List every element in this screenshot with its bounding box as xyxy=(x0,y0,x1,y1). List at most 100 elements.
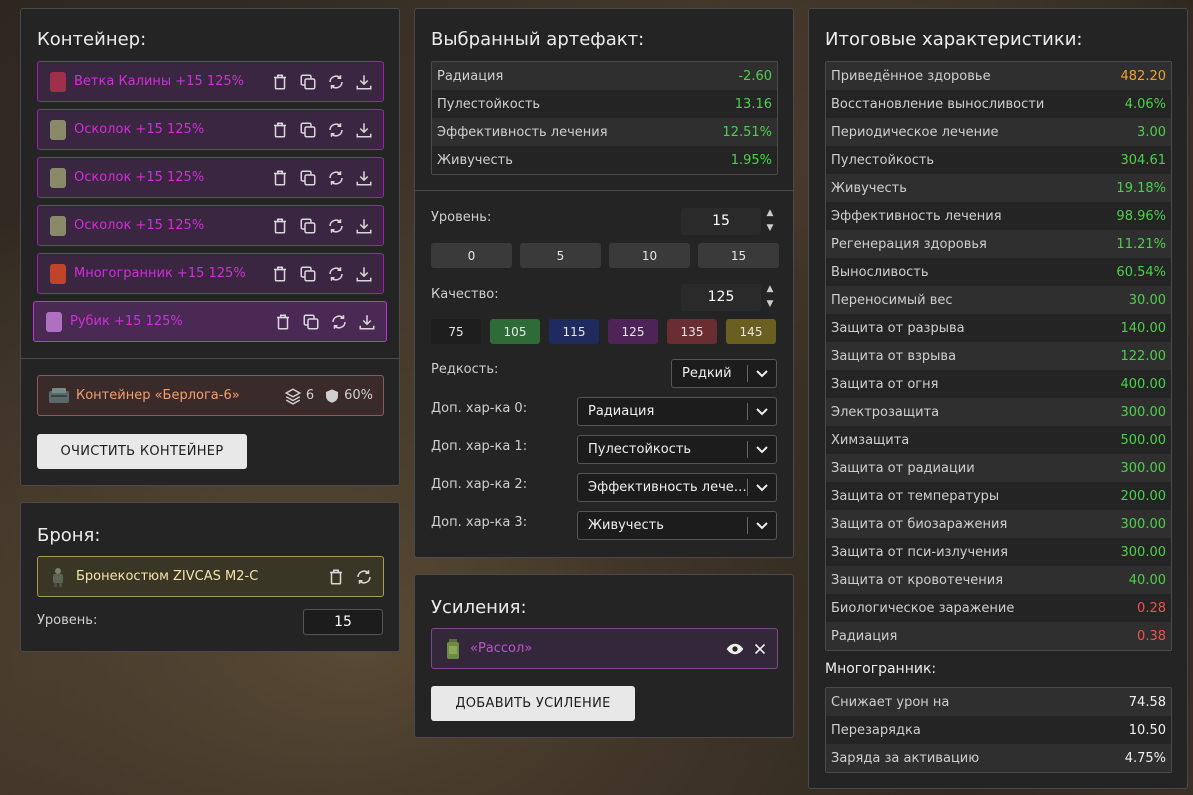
level-input[interactable]: 15 xyxy=(681,208,761,235)
stat-value: 140.00 xyxy=(1120,320,1167,336)
stat-row: Защита от радиации 300.00 xyxy=(826,454,1171,482)
quality-preset-button[interactable]: 125 xyxy=(608,319,658,344)
armor-item[interactable]: Бронекостюм ZIVCAS M2-C xyxy=(37,556,384,597)
download-icon[interactable] xyxy=(354,168,373,187)
container-info[interactable]: Контейнер «Берлога-6» 6 60% xyxy=(37,375,384,416)
polyhedron-title: Многогранник: xyxy=(825,661,937,677)
quality-preset-button[interactable]: 105 xyxy=(490,319,540,344)
trash-icon[interactable] xyxy=(270,264,289,283)
stat-value: 0.28 xyxy=(1137,600,1166,616)
chevron-down-icon xyxy=(748,483,776,492)
quality-preset-button[interactable]: 115 xyxy=(549,319,599,344)
swap-icon[interactable] xyxy=(329,312,348,331)
stat-label: Защита от кровотечения xyxy=(831,572,1004,588)
stat-label: Защита от биозаражения xyxy=(831,516,1008,532)
chevron-down-icon xyxy=(748,407,776,416)
polyhedron-stats-table: Снижает урон на 74.58 Перезарядка 10.50 Заря… xyxy=(825,687,1172,773)
stat-label: Пулестойкость xyxy=(831,152,935,168)
stat-value: 4.06% xyxy=(1124,96,1166,112)
stat-value: 300.00 xyxy=(1120,404,1167,420)
extra-stat-select[interactable]: Эффективность лечения xyxy=(577,473,777,502)
swap-icon[interactable] xyxy=(326,216,345,235)
artifact-item[interactable]: Рубик +15 125% xyxy=(33,301,387,342)
stat-value: 3.00 xyxy=(1137,124,1166,140)
stat-value: 300.00 xyxy=(1120,516,1167,532)
quality-preset-button[interactable]: 75 xyxy=(431,319,481,344)
stat-row: Регенерация здоровья 11.21% xyxy=(826,230,1171,258)
quality-preset-button[interactable]: 145 xyxy=(726,319,776,344)
level-down-icon[interactable]: ▼ xyxy=(764,223,776,233)
artifact-item[interactable]: Осколок +15 125% xyxy=(37,109,384,150)
branch-icon xyxy=(50,71,66,92)
trash-icon[interactable] xyxy=(326,567,345,586)
stat-row: Химзащита 500.00 xyxy=(826,426,1171,454)
armor-suit-icon xyxy=(50,567,66,587)
artifact-item[interactable]: Осколок +15 125% xyxy=(37,157,384,198)
stat-label: Биологическое заражение xyxy=(831,600,1015,616)
boost-item[interactable]: «Рассол» xyxy=(431,628,778,669)
stat-row: Заряда за активацию 4.75% xyxy=(826,744,1171,772)
swap-icon[interactable] xyxy=(326,72,345,91)
level-preset-button[interactable]: 10 xyxy=(609,243,690,268)
copy-icon[interactable] xyxy=(298,120,317,139)
copy-icon[interactable] xyxy=(298,264,317,283)
clear-container-button[interactable]: ОЧИСТИТЬ КОНТЕЙНЕР xyxy=(37,434,247,469)
copy-icon[interactable] xyxy=(298,216,317,235)
close-icon[interactable] xyxy=(750,639,769,658)
stat-row: Приведённое здоровье 482.20 xyxy=(826,62,1171,90)
extra-stat-select[interactable]: Пулестойкость xyxy=(577,435,777,464)
download-icon[interactable] xyxy=(354,264,373,283)
stat-row: Защита от взрыва 122.00 xyxy=(826,342,1171,370)
swap-icon[interactable] xyxy=(326,264,345,283)
stat-label: Живучесть xyxy=(437,152,513,168)
stat-row: Биологическое заражение 0.28 xyxy=(826,594,1171,622)
trash-icon[interactable] xyxy=(270,216,289,235)
download-icon[interactable] xyxy=(354,72,373,91)
copy-icon[interactable] xyxy=(298,168,317,187)
extra-stat-select[interactable]: Живучесть xyxy=(577,511,777,540)
extra-stat-select[interactable]: Радиация xyxy=(577,397,777,426)
add-boost-button[interactable]: ДОБАВИТЬ УСИЛЕНИЕ xyxy=(431,686,635,721)
trash-icon[interactable] xyxy=(270,72,289,91)
shard-icon xyxy=(50,119,66,140)
stat-value: 304.61 xyxy=(1120,152,1167,168)
quality-preset-button[interactable]: 135 xyxy=(667,319,717,344)
artifact-item[interactable]: Ветка Калины +15 125% xyxy=(37,61,384,102)
divider xyxy=(415,190,793,191)
extra-stat-value: Пулестойкость xyxy=(588,442,692,457)
stat-value: 13.16 xyxy=(734,96,772,112)
download-icon[interactable] xyxy=(354,216,373,235)
shard-icon xyxy=(50,167,66,188)
level-up-icon[interactable]: ▲ xyxy=(764,208,776,218)
swap-icon[interactable] xyxy=(326,168,345,187)
level-preset-button[interactable]: 0 xyxy=(431,243,512,268)
trash-icon[interactable] xyxy=(273,312,292,331)
copy-icon[interactable] xyxy=(301,312,320,331)
rarity-label: Редкость: xyxy=(431,362,499,377)
level-presets: 0 5 10 15 xyxy=(431,243,779,268)
artifact-panel: Выбранный артефакт: Радиация -2.60 Пулесто… xyxy=(414,8,794,558)
download-icon[interactable] xyxy=(357,312,376,331)
quality-down-icon[interactable]: ▼ xyxy=(764,299,776,309)
quality-up-icon[interactable]: ▲ xyxy=(764,284,776,294)
level-preset-button[interactable]: 15 xyxy=(698,243,779,268)
armor-level-input[interactable]: 15 xyxy=(303,609,383,635)
stat-row: Защита от температуры 200.00 xyxy=(826,482,1171,510)
swap-icon[interactable] xyxy=(354,567,373,586)
quality-label: Качество: xyxy=(431,287,499,302)
trash-icon[interactable] xyxy=(270,168,289,187)
quality-input[interactable]: 125 xyxy=(681,284,761,311)
level-preset-button[interactable]: 5 xyxy=(520,243,601,268)
trash-icon[interactable] xyxy=(270,120,289,139)
artifact-item-label: Осколок +15 125% xyxy=(74,122,205,137)
stat-row: Электрозащита 300.00 xyxy=(826,398,1171,426)
artifact-item[interactable]: Осколок +15 125% xyxy=(37,205,384,246)
rarity-select[interactable]: Редкий xyxy=(671,359,777,388)
copy-icon[interactable] xyxy=(298,72,317,91)
artifact-item[interactable]: Многогранник +15 125% xyxy=(37,253,384,294)
download-icon[interactable] xyxy=(354,120,373,139)
divider xyxy=(21,358,399,359)
eye-icon[interactable] xyxy=(725,639,744,658)
artifact-item-label: Осколок +15 125% xyxy=(74,218,205,233)
swap-icon[interactable] xyxy=(326,120,345,139)
